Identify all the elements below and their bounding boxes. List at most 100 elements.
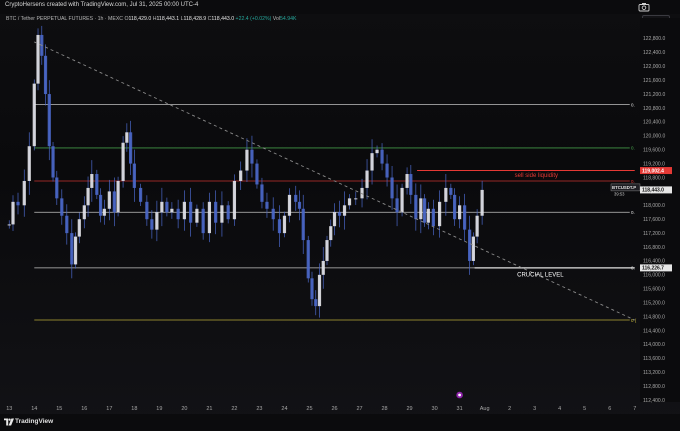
candle-body[interactable]	[409, 174, 413, 195]
candle-body[interactable]	[431, 208, 435, 227]
candle-body[interactable]	[475, 215, 479, 237]
candle-body[interactable]	[43, 55, 48, 95]
candle-body[interactable]	[245, 149, 249, 171]
candle-body[interactable]	[220, 205, 224, 223]
candle-body[interactable]	[16, 201, 20, 206]
candle-body[interactable]	[310, 278, 314, 300]
candle-body[interactable]	[239, 170, 243, 181]
candle-body[interactable]	[480, 189, 484, 216]
candle-body[interactable]	[7, 224, 11, 226]
candle-body[interactable]	[325, 240, 329, 261]
candle-body[interactable]	[463, 205, 467, 230]
candle-body[interactable]	[11, 201, 15, 225]
candle-body[interactable]	[170, 208, 174, 213]
candle-body[interactable]	[95, 174, 99, 195]
candle-body[interactable]	[73, 236, 78, 265]
candle-body[interactable]	[32, 83, 36, 147]
candle-body[interactable]	[321, 260, 325, 275]
candle-body[interactable]	[419, 198, 423, 220]
candle-body[interactable]	[329, 226, 333, 241]
candle-body[interactable]	[82, 205, 86, 220]
candle-body[interactable]	[347, 198, 352, 206]
candle-body[interactable]	[47, 94, 51, 147]
candle-body[interactable]	[27, 146, 31, 181]
candle-body[interactable]	[128, 132, 133, 164]
candle-body[interactable]	[250, 149, 254, 164]
candle-body[interactable]	[51, 146, 55, 178]
candle-body[interactable]	[468, 229, 472, 261]
candle-body[interactable]	[139, 187, 143, 202]
candle-body[interactable]	[70, 233, 74, 265]
candle-body[interactable]	[458, 205, 462, 220]
candle-body[interactable]	[155, 212, 159, 230]
candle-body[interactable]	[121, 142, 125, 181]
candle-body[interactable]	[444, 187, 448, 202]
candle-body[interactable]	[337, 212, 342, 216]
candle-body[interactable]	[395, 198, 399, 213]
candle-body[interactable]	[195, 208, 199, 223]
candle-body[interactable]	[449, 187, 453, 195]
price-chart[interactable]: 0.0.0.0.0.0 (sell side liquidityCRUCIAL …	[0, 0, 680, 431]
candle-body[interactable]	[145, 201, 149, 220]
candle-body[interactable]	[385, 163, 389, 178]
candle-body[interactable]	[189, 201, 193, 223]
candle-body[interactable]	[102, 208, 106, 216]
candle-body[interactable]	[90, 174, 94, 188]
candle-body[interactable]	[365, 170, 369, 188]
candle-body[interactable]	[271, 208, 275, 220]
candle-body[interactable]	[260, 184, 264, 202]
candle-body[interactable]	[176, 208, 180, 220]
candle-body[interactable]	[107, 191, 111, 209]
candle-body[interactable]	[400, 187, 404, 213]
candle-body[interactable]	[422, 198, 427, 223]
candle-body[interactable]	[160, 201, 164, 213]
candle-body[interactable]	[214, 201, 218, 223]
candle-body[interactable]	[201, 208, 205, 234]
candle-body[interactable]	[360, 187, 364, 199]
candle-body[interactable]	[226, 205, 230, 220]
candle-body[interactable]	[165, 201, 169, 213]
candle-body[interactable]	[282, 215, 287, 234]
candle-body[interactable]	[98, 194, 103, 216]
candle-body[interactable]	[232, 180, 237, 220]
candle-body[interactable]	[116, 180, 120, 213]
candle-body[interactable]	[380, 149, 384, 164]
candle-body[interactable]	[132, 163, 136, 188]
candle-body[interactable]	[112, 191, 116, 213]
candle-body[interactable]	[86, 187, 90, 206]
candle-body[interactable]	[370, 153, 374, 171]
candle-body[interactable]	[182, 201, 186, 220]
candle-body[interactable]	[294, 194, 298, 202]
candle-body[interactable]	[301, 208, 305, 241]
candle-body[interactable]	[60, 198, 64, 216]
candle-body[interactable]	[332, 212, 337, 227]
candle-body[interactable]	[342, 205, 347, 216]
time-axis-tick-label: 13	[6, 406, 12, 412]
candle-body[interactable]	[125, 132, 129, 143]
candle-body[interactable]	[405, 174, 409, 188]
candle-body[interactable]	[255, 163, 259, 185]
candle-body[interactable]	[277, 219, 282, 234]
candle-body[interactable]	[414, 194, 418, 220]
candle-body[interactable]	[22, 180, 26, 206]
candle-body[interactable]	[426, 208, 430, 223]
candle-body[interactable]	[314, 299, 318, 307]
candle-body[interactable]	[36, 34, 40, 84]
candle-body[interactable]	[453, 194, 457, 220]
candle-body[interactable]	[77, 219, 81, 237]
candle-body[interactable]	[150, 219, 154, 230]
candle-body[interactable]	[265, 201, 269, 209]
candle-body[interactable]	[390, 177, 394, 199]
candle-body[interactable]	[375, 149, 379, 154]
candle-body[interactable]	[306, 240, 310, 279]
candle-body[interactable]	[437, 201, 442, 227]
candle-body[interactable]	[287, 194, 292, 216]
candle-body[interactable]	[55, 177, 59, 199]
candle-body[interactable]	[317, 274, 322, 307]
candle-body[interactable]	[354, 198, 358, 200]
candle-body[interactable]	[471, 236, 475, 261]
tradingview-brand: TradingView	[15, 418, 54, 425]
candle-body[interactable]	[65, 215, 69, 234]
candle-body[interactable]	[207, 201, 212, 234]
candle-body[interactable]	[297, 201, 302, 209]
